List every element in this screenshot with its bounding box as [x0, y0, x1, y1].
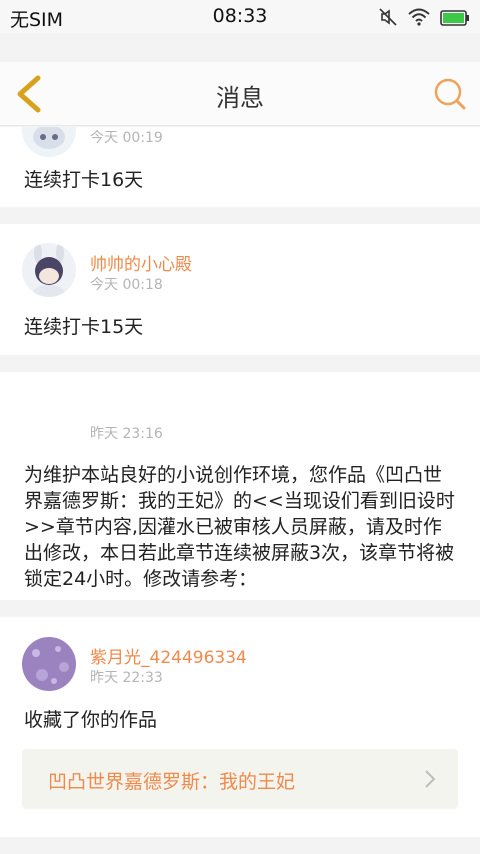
page-title: 消息: [216, 84, 264, 112]
message-list[interactable]: 今天 00:19 连续打卡16天 帅帅的小心殿 今天 00:18 连续打卡15天…: [0, 127, 480, 854]
message-content: 为维护本站良好的小说创作环境，您作品《凹凸世界嘉德罗斯：我的王妃》的<<当现设们…: [24, 464, 455, 590]
list-item[interactable]: 昨天 23:16 为维护本站良好的小说创作环境，您作品《凹凸世界嘉德罗斯：我的王…: [0, 372, 480, 600]
search-icon: [434, 78, 466, 110]
list-item[interactable]: 帅帅的小心殿 今天 00:18 连续打卡15天: [0, 224, 480, 355]
message-content: 连续打卡16天: [24, 169, 144, 191]
mute-icon: [378, 7, 398, 32]
message-username[interactable]: 紫月光_424496334: [90, 643, 247, 668]
header-bar: 消息: [0, 62, 480, 126]
chevron-right-icon: [425, 770, 436, 788]
work-title: 凹凸世界嘉德罗斯：我的王妃: [48, 771, 296, 793]
avatar[interactable]: [22, 243, 76, 297]
message-time: 昨天 23:16: [90, 426, 163, 442]
wifi-icon: [408, 8, 430, 31]
battery-icon: [440, 9, 470, 31]
message-time: 昨天 22:33: [90, 670, 163, 686]
status-icons: [378, 7, 470, 32]
list-item[interactable]: 紫月光_424496334 昨天 22:33 收藏了你的作品 凹凸世界嘉德罗斯：…: [0, 617, 480, 837]
avatar[interactable]: [22, 637, 76, 691]
list-item[interactable]: 今天 00:19 连续打卡16天: [0, 127, 480, 207]
avatar[interactable]: [22, 127, 76, 157]
message-content: 连续打卡15天: [24, 316, 144, 338]
message-content: 收藏了你的作品: [24, 709, 158, 731]
work-link[interactable]: 凹凸世界嘉德罗斯：我的王妃: [22, 749, 458, 809]
status-bar: 无SIM 08:33: [0, 0, 480, 33]
message-time: 今天 00:19: [90, 130, 163, 146]
message-username[interactable]: 帅帅的小心殿: [90, 250, 192, 275]
search-button[interactable]: [432, 76, 468, 112]
message-time: 今天 00:18: [90, 277, 163, 293]
